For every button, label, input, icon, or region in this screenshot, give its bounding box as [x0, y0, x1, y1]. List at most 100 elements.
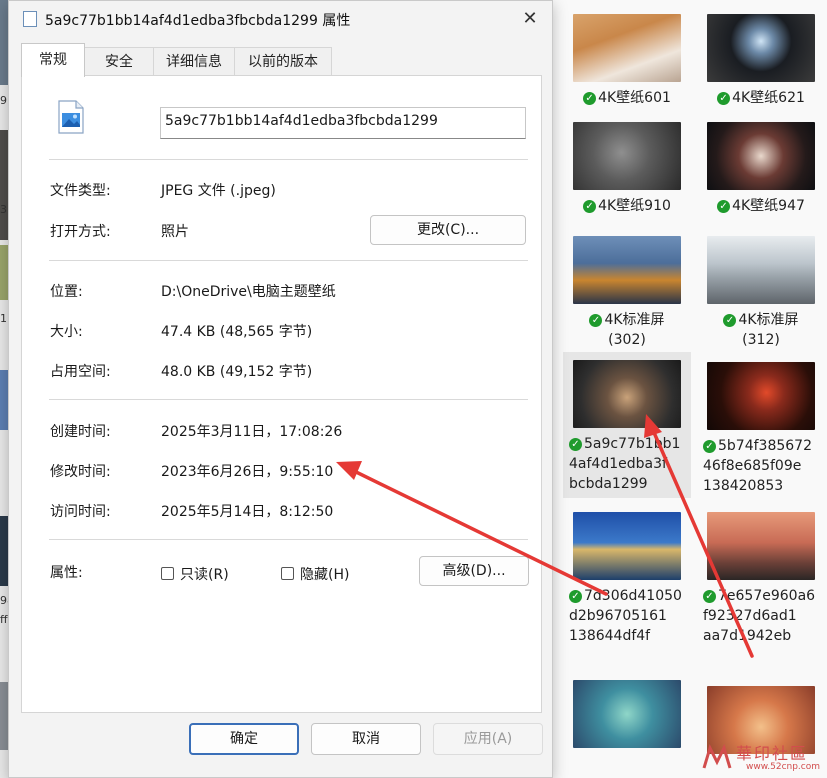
snow-road-thumbnail — [707, 236, 815, 304]
sync-check-icon: ✓ — [703, 589, 716, 603]
anime-green-thumbnail — [573, 680, 681, 748]
tile-caption-line: 4K壁纸601 — [598, 90, 671, 106]
tile-caption-line: bcbda1299 — [569, 476, 648, 492]
tile-caption-line: aa7d1942eb — [703, 628, 792, 644]
file-tile[interactable]: ✓ 7d306d41050 d2b96705161 138644df4f — [563, 512, 691, 646]
apply-button[interactable]: 应用(A) — [433, 723, 543, 755]
created-label: 创建时间: — [50, 424, 111, 440]
sync-check-icon: ✓ — [723, 313, 737, 327]
file-tile[interactable]: ✓ 5a9c77b1bb1 4af4d1edba3f bcbda1299 — [563, 352, 691, 498]
tile-caption: ✓ 4K标准屏 (312) — [697, 310, 825, 350]
tile-caption-line: (312) — [742, 332, 780, 348]
file-tile[interactable]: ✓ 5b74f385672 46f8e685f09e 138420853 — [697, 362, 825, 496]
location-label: 位置: — [50, 284, 83, 300]
file-tile[interactable] — [563, 680, 691, 748]
size-label: 大小: — [50, 324, 83, 340]
tile-caption-line: f92327d6ad1 — [703, 608, 797, 624]
disk-size-label: 占用空间: — [50, 364, 111, 380]
tab-general[interactable]: 常规 — [21, 43, 85, 77]
left-fragment: 1 — [0, 312, 7, 325]
anime-girl-thumbnail — [707, 122, 815, 190]
sync-check-icon: ✓ — [717, 91, 731, 105]
location-value: D:\OneDrive\电脑主题壁纸 — [161, 284, 336, 300]
readonly-label[interactable]: 只读(R) — [180, 564, 229, 584]
tile-caption-line: 4K标准屏 — [604, 312, 665, 328]
tile-caption: ✓ 4K壁纸910 — [563, 196, 691, 216]
file-type-value: JPEG 文件 (.jpeg) — [161, 183, 276, 199]
tile-caption-line: 46f8e685f09e — [703, 458, 802, 474]
watermark: 華印社區 www.52cnp.com — [700, 738, 824, 776]
tile-caption-line: 4K壁纸947 — [732, 198, 805, 214]
tile-caption: ✓ 5a9c77b1bb1 4af4d1edba3f bcbda1299 — [563, 434, 691, 494]
sync-check-icon: ✓ — [703, 439, 716, 453]
file-tile[interactable]: ✓ 7e657e960a6 f92327d6ad1 aa7d1942eb — [697, 512, 825, 646]
open-with-label: 打开方式: — [50, 224, 111, 240]
tile-caption-line: 4K标准屏 — [738, 312, 799, 328]
close-button[interactable]: ✕ — [515, 6, 545, 32]
divider — [49, 399, 528, 400]
tile-caption: ✓ 4K壁纸621 — [697, 88, 825, 108]
tab-details[interactable]: 详细信息 — [153, 47, 235, 76]
readonly-checkbox[interactable] — [161, 567, 174, 580]
file-tile[interactable]: ✓ 4K标准屏 (312) — [697, 236, 825, 350]
pug-thumbnail — [573, 360, 681, 428]
divider — [49, 260, 528, 261]
properties-dialog: 5a9c77b1bb14af4d1edba3fbcbda1299 属性 ✕ 常规… — [8, 0, 553, 778]
photo-file-icon — [58, 100, 84, 134]
accessed-label: 访问时间: — [50, 504, 111, 520]
file-name-field[interactable]: 5a9c77b1bb14af4d1edba3fbcbda1299 — [160, 107, 526, 139]
tile-caption-line: 7d306d41050 — [584, 588, 682, 604]
open-with-value: 照片 — [161, 224, 189, 240]
tile-caption-line: 7e657e960a6 — [718, 588, 816, 604]
sync-check-icon: ✓ — [583, 91, 597, 105]
modified-value: 2023年6月26日，9:55:10 — [161, 464, 334, 480]
tile-caption: ✓ 5b74f385672 46f8e685f09e 138420853 — [697, 436, 825, 496]
red-leaf-thumbnail — [707, 362, 815, 430]
modified-label: 修改时间: — [50, 464, 111, 480]
divider — [49, 159, 528, 160]
advanced-button[interactable]: 高级(D)... — [419, 556, 529, 586]
hidden-label[interactable]: 隐藏(H) — [300, 564, 349, 584]
tile-caption-line: 5b74f385672 — [718, 438, 812, 454]
title-bar[interactable]: 5a9c77b1bb14af4d1edba3fbcbda1299 属性 ✕ — [9, 1, 552, 37]
cats-thumbnail — [573, 14, 681, 82]
file-tile[interactable]: ✓ 4K壁纸601 — [563, 14, 691, 108]
window-title: 5a9c77b1bb14af4d1edba3fbcbda1299 属性 — [45, 13, 351, 29]
file-tile[interactable]: ✓ 4K壁纸910 — [563, 122, 691, 216]
tile-caption: ✓ 4K壁纸947 — [697, 196, 825, 216]
change-button[interactable]: 更改(C)... — [370, 215, 526, 245]
tab-previous-versions[interactable]: 以前的版本 — [234, 47, 332, 76]
sync-check-icon: ✓ — [569, 589, 582, 603]
tile-caption-line: 138420853 — [703, 478, 784, 494]
tile-caption-line: 5a9c77b1bb1 — [584, 436, 681, 452]
general-panel: 5a9c77b1bb14af4d1edba3fbcbda1299 文件类型: J… — [21, 75, 542, 713]
tile-caption-line: 4af4d1edba3f — [569, 456, 667, 472]
city-thumbnail — [573, 236, 681, 304]
size-value: 47.4 KB (48,565 字节) — [161, 324, 313, 340]
created-value: 2025年3月11日，17:08:26 — [161, 424, 343, 440]
sync-check-icon: ✓ — [589, 313, 603, 327]
watermark-text: 華印社區 — [736, 744, 809, 763]
lake-thumbnail — [573, 512, 681, 580]
tab-security[interactable]: 安全 — [84, 47, 154, 76]
sync-check-icon: ✓ — [569, 437, 582, 451]
tile-caption-line: d2b96705161 — [569, 608, 667, 624]
file-tile[interactable]: ✓ 4K壁纸621 — [697, 14, 825, 108]
file-tile[interactable]: ✓ 4K壁纸947 — [697, 122, 825, 216]
left-fragment: 9 — [0, 94, 7, 107]
left-fragment: 3 — [0, 203, 7, 216]
ok-button[interactable]: 确定 — [189, 723, 299, 755]
divider — [49, 539, 528, 540]
street-thumbnail — [707, 512, 815, 580]
tunnel-thumbnail — [707, 14, 815, 82]
watermark-logo-icon — [702, 743, 732, 769]
cancel-button[interactable]: 取消 — [311, 723, 421, 755]
tile-caption: ✓ 7e657e960a6 f92327d6ad1 aa7d1942eb — [697, 586, 825, 646]
accessed-value: 2025年5月14日，8:12:50 — [161, 504, 334, 520]
hidden-checkbox[interactable] — [281, 567, 294, 580]
file-tile[interactable]: ✓ 4K标准屏 (302) — [563, 236, 691, 350]
tile-caption: ✓ 7d306d41050 d2b96705161 138644df4f — [563, 586, 691, 646]
tile-caption-line: 138644df4f — [569, 628, 651, 644]
watermark-url: www.52cnp.com — [746, 762, 821, 772]
left-fragment: ff — [0, 613, 8, 626]
